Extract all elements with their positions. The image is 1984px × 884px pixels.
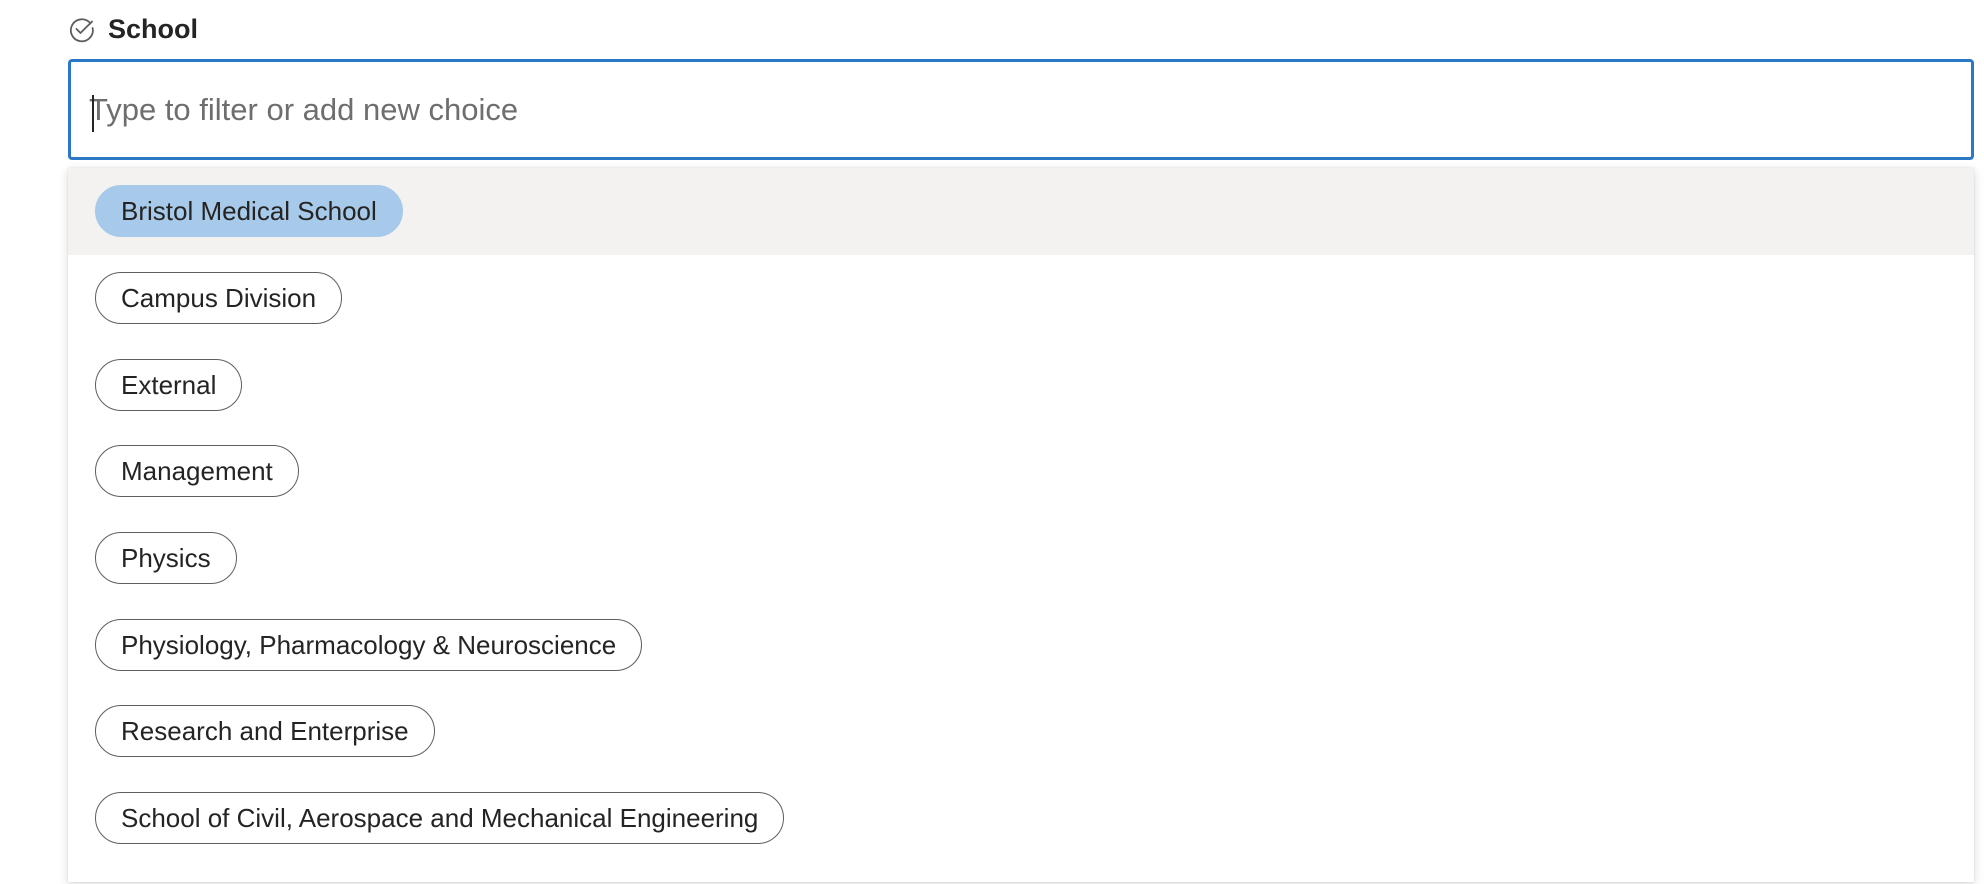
choice-option[interactable]: External	[68, 341, 1974, 428]
choice-chip[interactable]: Bristol Medical School	[95, 185, 403, 238]
choice-chip[interactable]: Campus Division	[95, 272, 343, 325]
choice-dropdown: Bristol Medical School Campus Division E…	[68, 168, 1974, 882]
text-caret	[92, 95, 94, 132]
choice-option[interactable]: Campus Division	[68, 255, 1974, 342]
check-circle-icon	[68, 15, 96, 43]
choice-option[interactable]: Physics	[68, 515, 1974, 602]
choice-chip[interactable]: Research and Enterprise	[95, 705, 435, 758]
filter-input[interactable]	[89, 62, 1949, 157]
filter-box[interactable]	[68, 59, 1974, 160]
choice-option[interactable]: Research and Enterprise	[68, 688, 1974, 775]
choice-chip[interactable]: Physics	[95, 532, 237, 585]
choice-option[interactable]: Physiology, Pharmacology & Neuroscience	[68, 601, 1974, 688]
choice-option[interactable]: Bristol Medical School	[68, 168, 1974, 255]
choice-chip[interactable]: School of Civil, Aerospace and Mechanica…	[95, 792, 785, 845]
choice-chip[interactable]: External	[95, 358, 243, 411]
choice-chip[interactable]: Physiology, Pharmacology & Neuroscience	[95, 618, 643, 671]
choice-chip[interactable]: Management	[95, 445, 299, 498]
choice-option[interactable]: Management	[68, 428, 1974, 515]
field-label: School	[108, 13, 199, 44]
field-header: School	[68, 13, 198, 45]
choice-option[interactable]: School of Civil, Aerospace and Mechanica…	[68, 775, 1974, 862]
